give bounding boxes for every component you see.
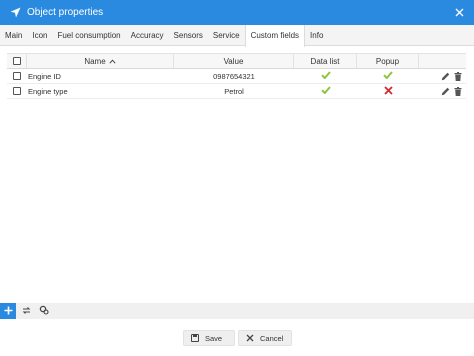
table-header: Name Value Data list Popup [7, 53, 466, 69]
row-data-list [294, 84, 357, 98]
check-icon [320, 71, 331, 81]
row-checkbox[interactable] [13, 72, 21, 80]
bottom-toolbar [0, 303, 474, 319]
check-icon [383, 71, 393, 81]
table-row[interactable]: Engine type Petrol [7, 84, 466, 99]
floppy-disk-icon [191, 334, 199, 342]
column-header-name[interactable]: Name [27, 54, 174, 68]
row-select-cell [7, 69, 27, 83]
settings-icon [39, 305, 49, 317]
column-header-name-label: Name [84, 56, 106, 66]
select-all-checkbox[interactable] [12, 57, 21, 65]
save-button-label: Save [205, 333, 223, 343]
refresh-icon [22, 306, 31, 317]
row-actions [419, 84, 466, 98]
add-button[interactable] [0, 303, 16, 319]
check-icon [320, 86, 331, 96]
row-popup [357, 69, 419, 83]
column-header-popup[interactable]: Popup [357, 54, 419, 68]
row-data-list [294, 69, 357, 83]
delete-trash-icon[interactable] [454, 71, 462, 81]
close-icon [246, 334, 254, 342]
custom-fields-table: Name Value Data list Popup Engine ID 098… [7, 53, 466, 99]
row-value: 0987654321 [213, 71, 255, 81]
tab-fuel-consumption[interactable]: Fuel consumption [52, 25, 125, 46]
tab-accuracy[interactable]: Accuracy [126, 25, 169, 46]
column-header-data-list[interactable]: Data list [294, 54, 357, 68]
settings-button[interactable] [36, 303, 52, 319]
tab-main[interactable]: Main [0, 25, 27, 46]
select-all-cell [7, 54, 27, 68]
row-actions [419, 69, 466, 83]
edit-pencil-icon[interactable] [441, 87, 450, 96]
dialog-footer: Save Cancel [0, 330, 474, 346]
save-button[interactable]: Save [183, 330, 235, 346]
row-value: Petrol [224, 86, 244, 96]
edit-pencil-icon[interactable] [441, 72, 450, 81]
column-header-value[interactable]: Value [174, 54, 294, 68]
sort-ascending-icon [109, 58, 116, 64]
plus-icon [4, 306, 13, 317]
cross-icon [383, 85, 393, 97]
cancel-button[interactable]: Cancel [238, 330, 292, 346]
table-row[interactable]: Engine ID 0987654321 [7, 69, 466, 84]
column-header-actions [419, 54, 466, 68]
window-titlebar: Object properties [0, 0, 474, 25]
row-name: Engine type [28, 86, 68, 96]
tab-icon[interactable]: Icon [27, 25, 52, 46]
window-title: Object properties [27, 7, 104, 18]
tab-custom-fields[interactable]: Custom fields [244, 25, 306, 47]
navigation-arrow-icon [9, 7, 21, 19]
close-icon[interactable] [452, 5, 467, 20]
tab-service[interactable]: Service [208, 25, 245, 46]
row-checkbox[interactable] [13, 87, 21, 95]
row-popup [357, 84, 419, 98]
row-select-cell [7, 84, 27, 98]
tab-bar: Main Icon Fuel consumption Accuracy Sens… [0, 25, 474, 47]
tab-info[interactable]: Info [305, 25, 328, 46]
tab-sensors[interactable]: Sensors [169, 25, 208, 46]
row-name: Engine ID [28, 71, 61, 81]
refresh-button[interactable] [18, 303, 34, 319]
cancel-button-label: Cancel [260, 333, 284, 343]
delete-trash-icon[interactable] [454, 86, 462, 96]
